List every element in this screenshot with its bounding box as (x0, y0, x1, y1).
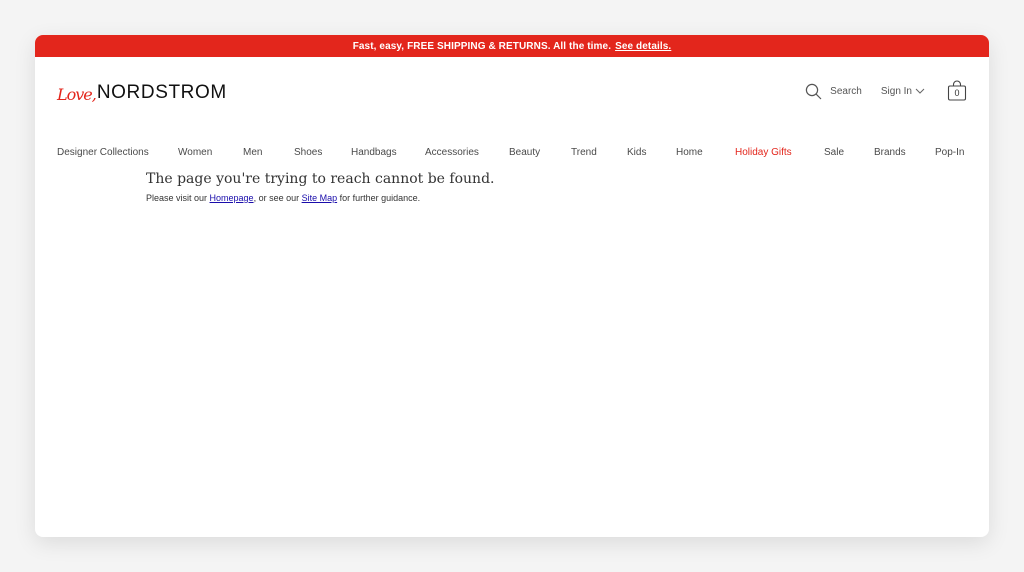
browser-page: Fast, easy, FREE SHIPPING & RETURNS. All… (35, 35, 989, 537)
nav-item-home[interactable]: Home (676, 147, 703, 158)
nav-item-brands[interactable]: Brands (874, 147, 906, 158)
main-navigation: Designer Collections Women Men Shoes Handbag… (35, 147, 989, 161)
guidance-text-2: , or see our (253, 193, 302, 203)
sign-in-label: Sign In (880, 85, 912, 97)
guidance-text-1: Please visit our (146, 193, 210, 203)
logo-wordmark: NORDSTROM (96, 82, 227, 103)
error-content: The page you're trying to reach cannot b… (146, 171, 494, 203)
nav-item-trend[interactable]: Trend (571, 147, 597, 158)
nordstrom-logo[interactable]: Love, NORDSTROM (57, 81, 227, 103)
nav-item-kids[interactable]: Kids (627, 147, 646, 158)
sign-in-button[interactable]: Sign In (881, 86, 925, 97)
nav-item-shoes[interactable]: Shoes (294, 147, 322, 158)
error-title: The page you're trying to reach cannot b… (146, 171, 495, 187)
header-actions: Search Sign In 0 (805, 79, 967, 103)
search-icon (805, 83, 822, 100)
nav-item-women[interactable]: Women (178, 147, 212, 158)
search-button[interactable]: Search (805, 83, 862, 100)
logo-love-script: Love, (57, 85, 97, 104)
promo-text: Fast, easy, FREE SHIPPING & RETURNS. All… (352, 40, 612, 52)
error-guidance: Please visit our Homepage, or see our Si… (146, 193, 494, 203)
site-map-link[interactable]: Site Map (302, 193, 338, 203)
homepage-link[interactable]: Homepage (210, 193, 254, 203)
nav-item-handbags[interactable]: Handbags (351, 147, 397, 158)
bag-count: 0 (954, 88, 960, 98)
chevron-down-icon (915, 88, 925, 94)
nav-item-men[interactable]: Men (243, 147, 262, 158)
search-label: Search (830, 85, 862, 97)
see-details-link[interactable]: See details. (615, 41, 671, 52)
nav-item-pop-in[interactable]: Pop-In (935, 147, 964, 158)
nav-item-beauty[interactable]: Beauty (509, 147, 540, 158)
shopping-bag-button[interactable]: 0 (947, 80, 967, 102)
nav-item-sale[interactable]: Sale (824, 147, 844, 158)
nav-item-accessories[interactable]: Accessories (425, 147, 479, 158)
promo-banner: Fast, easy, FREE SHIPPING & RETURNS. All… (35, 35, 989, 57)
guidance-text-3: for further guidance. (337, 193, 421, 203)
site-header: Love, NORDSTROM Search Sign In 0 Designe… (35, 57, 989, 158)
nav-item-holiday-gifts[interactable]: Holiday Gifts (735, 147, 792, 158)
nav-item-designer-collections[interactable]: Designer Collections (57, 147, 149, 158)
